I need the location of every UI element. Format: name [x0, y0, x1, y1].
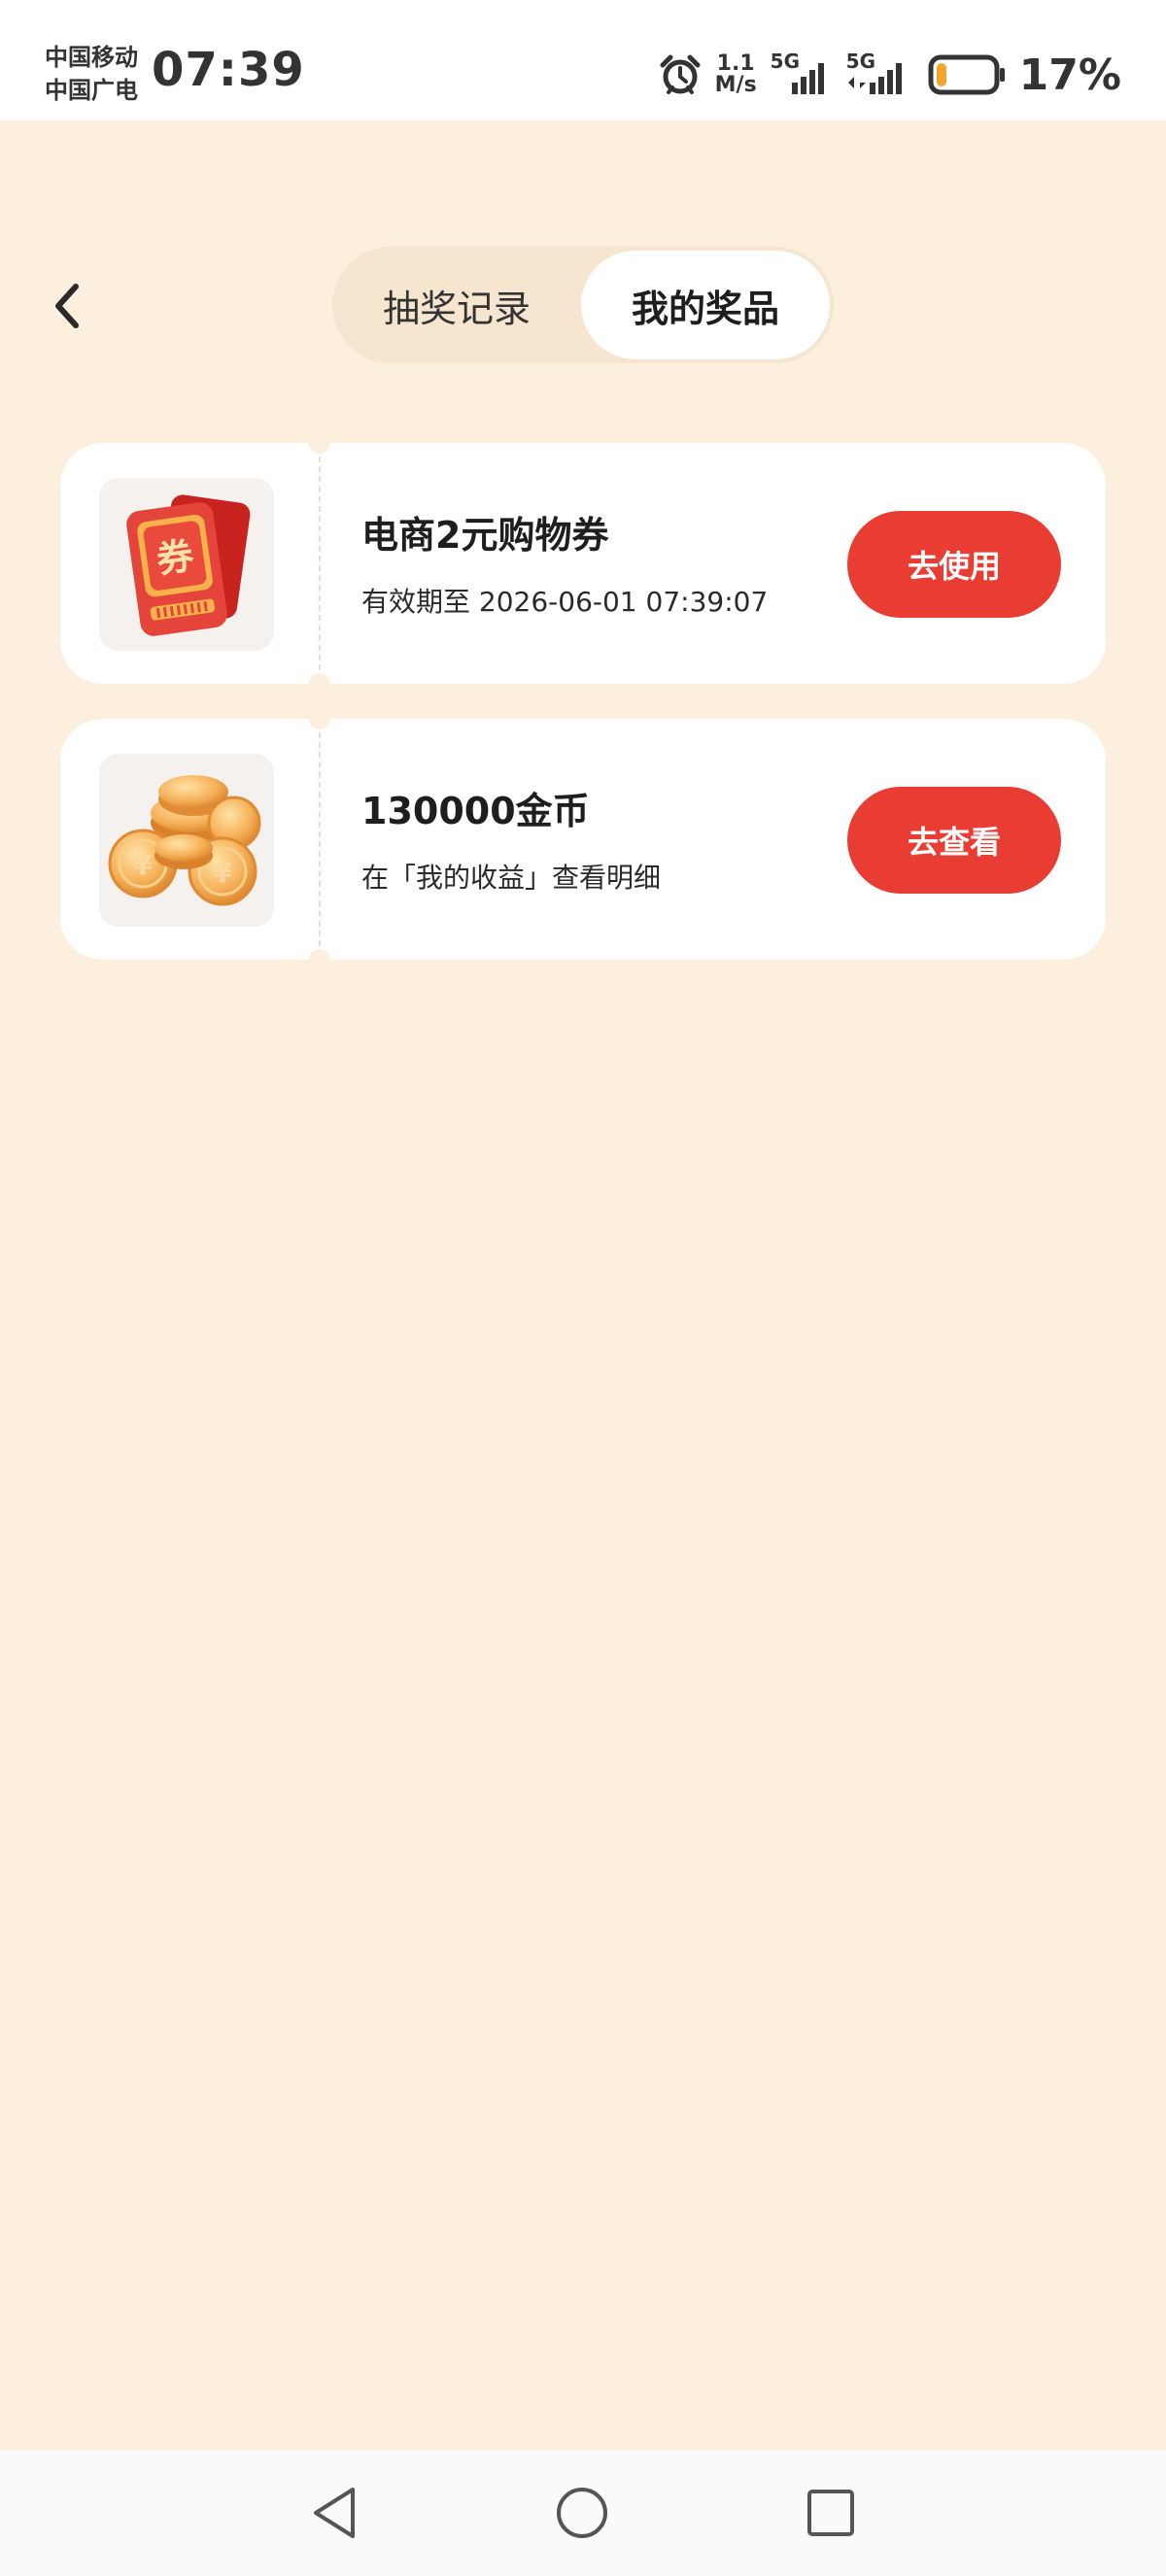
card-notch: [309, 432, 330, 454]
nav-recents-icon: [807, 2490, 854, 2536]
signal-icon-2: 5G: [846, 50, 914, 96]
network-speed-value: 1.1: [716, 51, 755, 76]
network-speed: 1.1 M/s: [715, 53, 757, 96]
nav-home-icon: [557, 2488, 607, 2538]
status-bar: 中国移动 中国广电 07:39 1.1 M/s 5G 5G 17%: [0, 0, 1166, 120]
nav-back-button[interactable]: [301, 2479, 369, 2547]
carrier-names: 中国移动 中国广电: [45, 41, 138, 107]
carrier-2: 中国广电: [45, 77, 138, 104]
prize-expiry: 有效期至 2026-06-01 07:39:07: [361, 586, 769, 618]
prize-thumbnail: 券: [99, 478, 274, 651]
use-coupon-button[interactable]: 去使用: [847, 511, 1061, 618]
view-coins-button[interactable]: 去查看: [847, 787, 1061, 894]
card-divider: [319, 457, 321, 670]
tab-my-prizes[interactable]: 我的奖品: [581, 251, 830, 359]
carrier-1: 中国移动: [45, 44, 138, 71]
card-notch: [309, 949, 330, 970]
network-speed-unit: M/s: [714, 73, 757, 97]
coupon-icon: 券: [126, 494, 251, 636]
nav-recents-button[interactable]: [797, 2479, 865, 2547]
alarm-icon: [660, 54, 701, 94]
gold-coins-icon: ¥ ¥: [108, 775, 261, 906]
nav-home-button[interactable]: [548, 2479, 616, 2547]
back-button[interactable]: [39, 272, 97, 340]
tab-switcher: 抽奖记录 我的奖品: [332, 247, 834, 363]
card-divider: [319, 732, 321, 946]
chevron-left-icon: [55, 284, 79, 328]
prize-card: ¥ ¥ 130000金币 在「我的收益」查看明细 去查看: [60, 708, 1106, 970]
status-time: 07:39: [152, 43, 305, 97]
card-notch: [309, 673, 330, 695]
card-notch: [309, 708, 330, 729]
signal-icon: 5G: [771, 50, 833, 96]
status-icons: 1.1 M/s 5G 5G 17%: [659, 49, 1121, 101]
prize-title: 电商2元购物券: [361, 514, 609, 557]
prize-title: 130000金币: [361, 790, 590, 832]
battery-icon: [928, 54, 1005, 95]
nav-back-icon: [314, 2488, 355, 2538]
prize-description: 在「我的收益」查看明细: [361, 862, 662, 894]
tab-draw-records[interactable]: 抽奖记录: [332, 247, 581, 363]
svg-text:券: 券: [154, 534, 197, 582]
prize-thumbnail: ¥ ¥: [99, 754, 274, 927]
svg-text:¥: ¥: [133, 849, 153, 881]
system-nav-bar: [0, 2450, 1166, 2576]
prize-card: 券 电商2元购物券 有效期至 2026-06-01 07:39:07 去使用: [60, 432, 1106, 695]
battery-percentage: 17%: [1018, 50, 1121, 100]
svg-text:¥: ¥: [213, 857, 232, 889]
